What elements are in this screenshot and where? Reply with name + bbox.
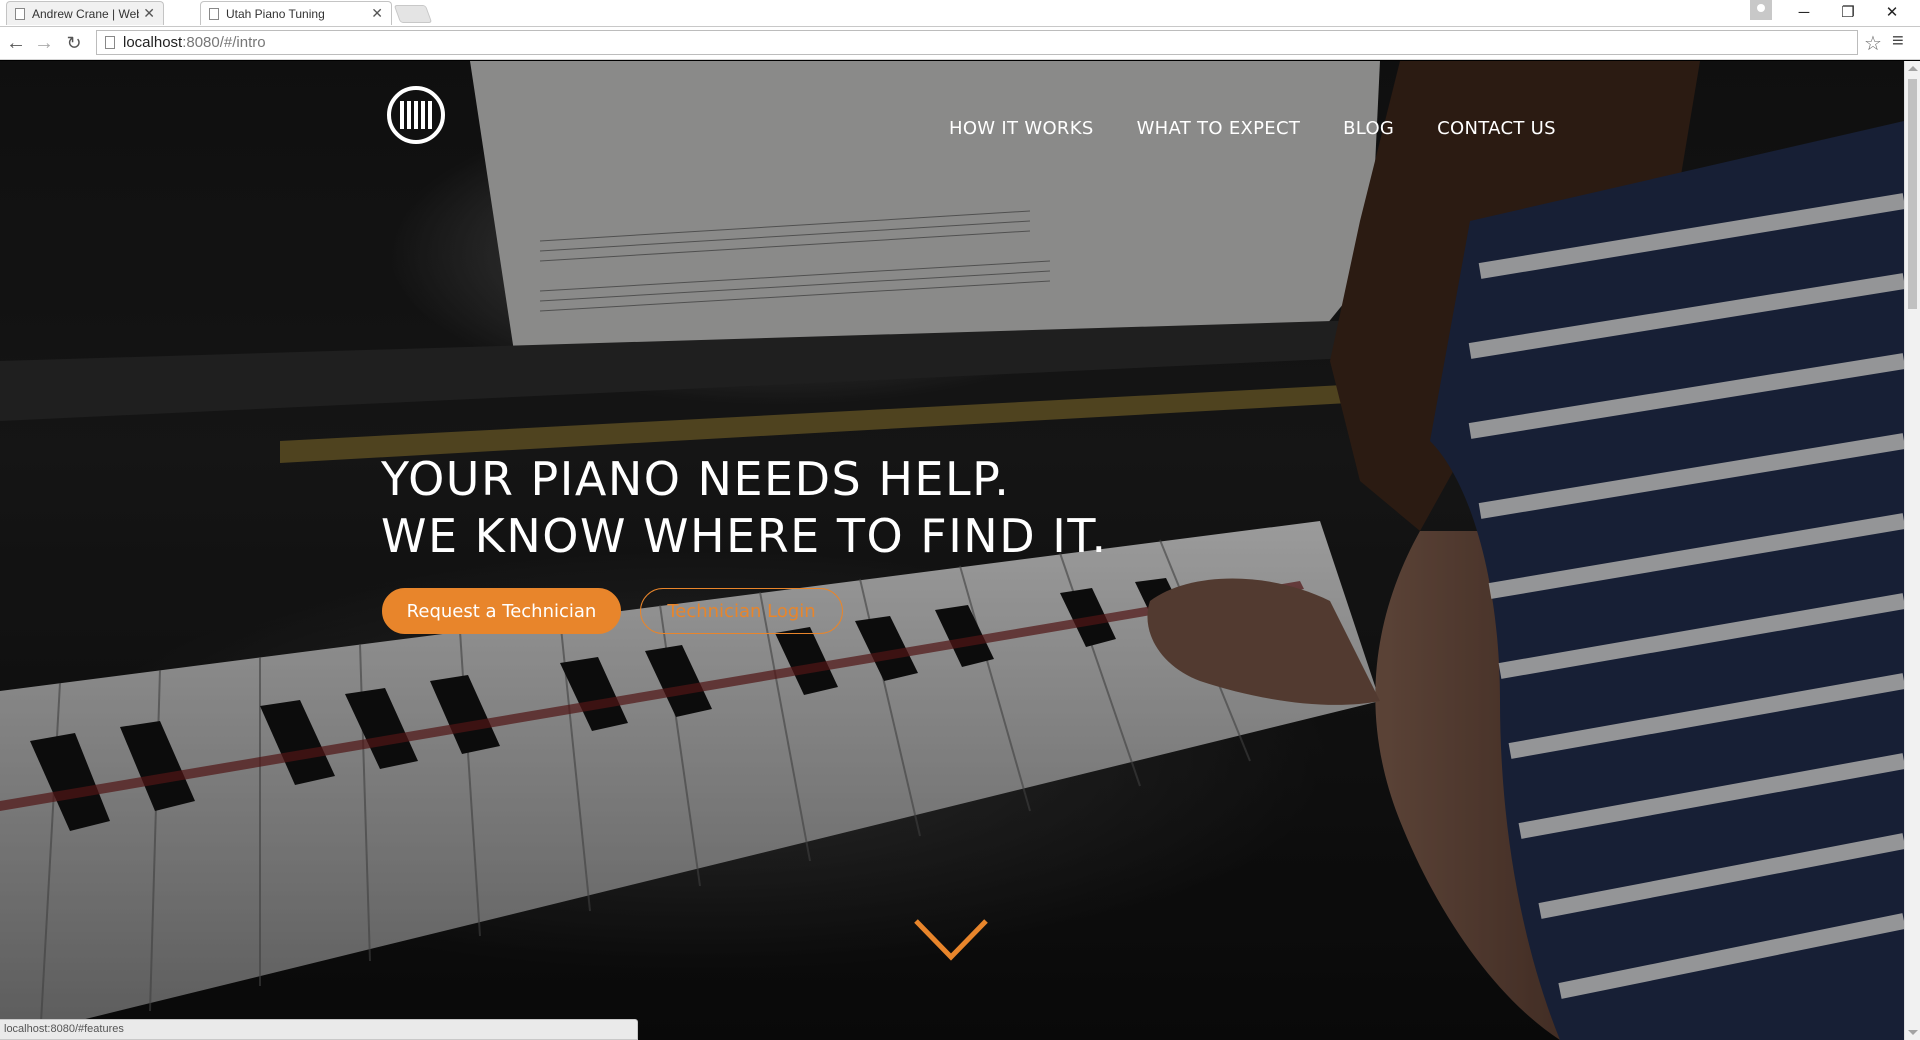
new-tab-button[interactable] (393, 5, 433, 23)
forward-arrow-icon[interactable]: → (32, 31, 56, 55)
tab-utah-piano-tuning[interactable]: Utah Piano Tuning ✕ (200, 1, 392, 25)
hero-title: YOUR PIANO NEEDS HELP. WE KNOW WHERE TO … (381, 451, 1108, 565)
piano-keys-logo-icon[interactable] (386, 85, 446, 145)
tab-title: Andrew Crane | Web Dev (32, 6, 139, 21)
tab-bar: Andrew Crane | Web Dev ✕ Utah Piano Tuni… (0, 0, 1920, 27)
tab-title: Utah Piano Tuning (226, 6, 325, 21)
close-tab-icon[interactable]: ✕ (371, 5, 383, 22)
star-icon[interactable]: ☆ (1864, 31, 1882, 56)
nav-what-to-expect[interactable]: WHAT TO EXPECT (1137, 118, 1301, 139)
address-bar[interactable]: localhost :8080/#/intro (96, 30, 1858, 55)
scroll-up-icon[interactable] (1908, 66, 1918, 71)
back-arrow-icon[interactable]: ← (4, 31, 28, 55)
page-icon (105, 36, 115, 49)
document-icon (15, 7, 25, 20)
site-navigation: HOW IT WORKS WHAT TO EXPECT BLOG CONTACT… (949, 118, 1556, 139)
url-path: :8080/#/intro (182, 34, 266, 51)
request-technician-button[interactable]: Request a Technician (382, 588, 621, 634)
status-url-bubble: localhost:8080/#features (0, 1019, 638, 1040)
page-scrollbar[interactable] (1904, 61, 1920, 1040)
hamburger-menu-icon[interactable]: ≡ (1892, 30, 1904, 53)
close-tab-icon[interactable]: ✕ (143, 5, 155, 22)
tab-andrew-crane[interactable]: Andrew Crane | Web Dev ✕ (6, 1, 164, 25)
browser-toolbar: ← → ↻ localhost :8080/#/intro ☆ ≡ (0, 27, 1920, 60)
nav-how-it-works[interactable]: HOW IT WORKS (949, 118, 1094, 139)
profile-icon[interactable] (1750, 0, 1772, 20)
hero-title-line-2: WE KNOW WHERE TO FIND IT. (381, 509, 1108, 563)
url-host: localhost (123, 34, 183, 51)
reload-icon[interactable]: ↻ (62, 31, 86, 55)
restore-icon[interactable]: ❐ (1826, 0, 1870, 24)
document-icon (209, 7, 219, 20)
scrollbar-thumb[interactable] (1908, 79, 1917, 309)
chevron-down-icon[interactable] (912, 915, 990, 965)
close-icon[interactable]: ✕ (1870, 0, 1914, 24)
minimize-icon[interactable]: ─ (1782, 0, 1826, 24)
technician-login-button[interactable]: Technician Login (640, 588, 843, 634)
nav-contact-us[interactable]: CONTACT US (1437, 118, 1556, 139)
nav-blog[interactable]: BLOG (1343, 118, 1394, 139)
scroll-down-icon[interactable] (1908, 1030, 1918, 1035)
page-viewport: HOW IT WORKS WHAT TO EXPECT BLOG CONTACT… (0, 61, 1904, 1040)
hero-title-line-1: YOUR PIANO NEEDS HELP. (381, 452, 1011, 506)
